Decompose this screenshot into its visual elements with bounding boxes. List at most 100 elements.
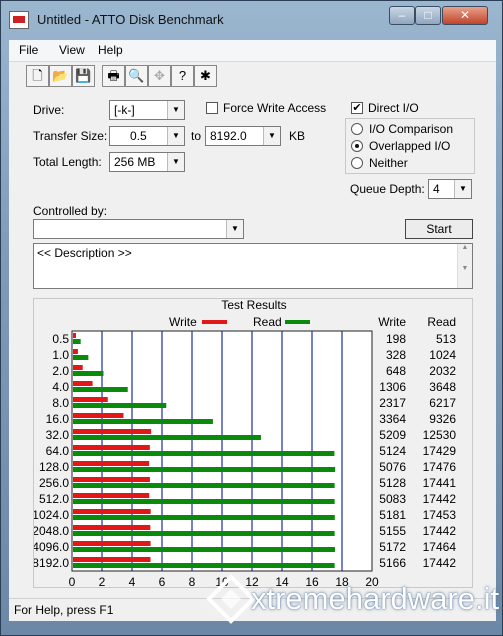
queue-depth-label: Queue Depth:: [350, 182, 425, 196]
chevron-down-icon: ▼: [454, 180, 471, 198]
legend-write-label: Write: [169, 315, 197, 329]
menu-view[interactable]: View: [59, 43, 85, 57]
print-preview-icon[interactable]: 🔍: [125, 65, 148, 87]
y-tick-label: 512.0: [39, 492, 69, 506]
table-value-read: 3648: [429, 380, 456, 394]
bar-read: [73, 371, 104, 376]
direct-io-checkbox[interactable]: ✔: [351, 102, 363, 114]
table-header-write: Write: [378, 315, 406, 329]
transfer-from-value: 0.5: [130, 129, 147, 143]
neither-label: Neither: [369, 156, 408, 170]
legend-read-label: Read: [253, 315, 282, 329]
table-value-read: 6217: [429, 396, 456, 410]
total-length-select[interactable]: 256 MB ▼: [109, 152, 185, 172]
status-text: For Help, press F1: [14, 603, 114, 617]
bar-write: [73, 349, 78, 354]
queue-depth-select[interactable]: 4 ▼: [428, 179, 472, 199]
force-write-checkbox[interactable]: [206, 102, 218, 114]
table-value-write: 5166: [379, 556, 406, 570]
title-bar[interactable]: Untitled - ATTO Disk Benchmark – □ ✕: [1, 1, 502, 39]
table-value-write: 5124: [379, 444, 406, 458]
overlapped-io-radio[interactable]: [351, 140, 363, 152]
y-tick-label: 1024.0: [34, 508, 69, 522]
context-help-icon[interactable]: ✱: [194, 65, 217, 87]
bar-write: [73, 493, 150, 498]
new-icon[interactable]: 🗋: [26, 65, 49, 87]
bar-read: [73, 499, 335, 504]
table-value-write: 5076: [379, 460, 406, 474]
start-button[interactable]: Start: [405, 219, 473, 239]
window-title: Untitled - ATTO Disk Benchmark: [37, 12, 224, 27]
drive-select[interactable]: [-k-] ▼: [109, 100, 185, 120]
minimize-button[interactable]: –: [389, 6, 415, 25]
bar-read: [73, 547, 335, 552]
table-value-write: 198: [386, 332, 406, 346]
x-tick-label: 2: [99, 575, 106, 589]
table-value-read: 17442: [423, 556, 457, 570]
y-tick-label: 4.0: [52, 380, 69, 394]
y-tick-label: 256.0: [39, 476, 69, 490]
save-icon[interactable]: 💾: [72, 65, 95, 87]
queue-depth-value: 4: [433, 182, 440, 196]
table-value-read: 17464: [423, 540, 457, 554]
table-value-write: 328: [386, 348, 406, 362]
menu-help[interactable]: Help: [98, 43, 123, 57]
chevron-down-icon: ▼: [263, 127, 280, 145]
open-icon[interactable]: 📂: [49, 65, 72, 87]
description-scrollbar[interactable]: ▲ ▼: [457, 244, 472, 288]
table-value-write: 648: [386, 364, 406, 378]
bar-read: [73, 451, 335, 456]
menu-file[interactable]: File: [19, 43, 38, 57]
table-value-read: 12530: [423, 428, 457, 442]
maximize-button[interactable]: □: [415, 6, 441, 25]
bar-write: [73, 509, 151, 514]
table-value-read: 17476: [423, 460, 457, 474]
y-tick-label: 16.0: [46, 412, 70, 426]
move-icon[interactable]: ✥: [148, 65, 171, 87]
toolbar: 🗋 📂 💾 🖶 🔍 ✥ ? ✱: [9, 62, 496, 90]
print-icon[interactable]: 🖶: [102, 65, 125, 87]
chevron-down-icon: ▼: [167, 101, 184, 119]
bar-read: [73, 419, 213, 424]
close-button[interactable]: ✕: [442, 6, 488, 25]
y-tick-label: 8.0: [52, 396, 69, 410]
description-text: << Description >>: [37, 246, 132, 260]
table-value-read: 17442: [423, 492, 457, 506]
bar-read: [73, 403, 167, 408]
bar-read: [73, 563, 335, 568]
chevron-down-icon: ▼: [167, 127, 184, 145]
bar-write: [73, 525, 151, 530]
neither-radio[interactable]: [351, 157, 363, 169]
legend-write-swatch: [202, 320, 227, 324]
transfer-from-select[interactable]: 0.5 ▼: [109, 126, 185, 146]
y-tick-label: 0.5: [52, 332, 69, 346]
bar-read: [73, 531, 335, 536]
bar-read: [73, 339, 81, 344]
table-value-read: 17442: [423, 524, 457, 538]
client-area: File View Help 🗋 📂 💾 🖶 🔍 ✥ ? ✱ Drive: [-…: [9, 40, 496, 621]
table-value-write: 5172: [379, 540, 406, 554]
bar-write: [73, 397, 108, 402]
controlled-by-label: Controlled by:: [33, 204, 108, 218]
table-value-read: 2032: [429, 364, 456, 378]
bar-read: [73, 467, 336, 472]
bar-write: [73, 365, 83, 370]
chevron-down-icon: ▼: [226, 220, 243, 238]
close-icon: ✕: [459, 8, 471, 22]
y-tick-label: 8192.0: [34, 556, 69, 570]
chart-title: Test Results: [221, 299, 286, 312]
unit-label: KB: [289, 129, 306, 143]
app-window: Untitled - ATTO Disk Benchmark – □ ✕ Fil…: [0, 0, 503, 636]
bar-write: [73, 381, 93, 386]
bar-read: [73, 483, 335, 488]
bar-write: [73, 333, 76, 338]
help-icon[interactable]: ?: [171, 65, 194, 87]
controlled-by-select[interactable]: ▼: [33, 219, 244, 239]
transfer-to-select[interactable]: 8192.0 ▼: [205, 126, 281, 146]
direct-io-label: Direct I/O: [368, 101, 419, 115]
io-comparison-radio[interactable]: [351, 123, 363, 135]
y-tick-label: 1.0: [52, 348, 69, 362]
description-box[interactable]: << Description >> ▲ ▼: [33, 243, 473, 289]
force-write-label: Force Write Access: [223, 101, 327, 115]
y-tick-label: 4096.0: [34, 540, 69, 554]
